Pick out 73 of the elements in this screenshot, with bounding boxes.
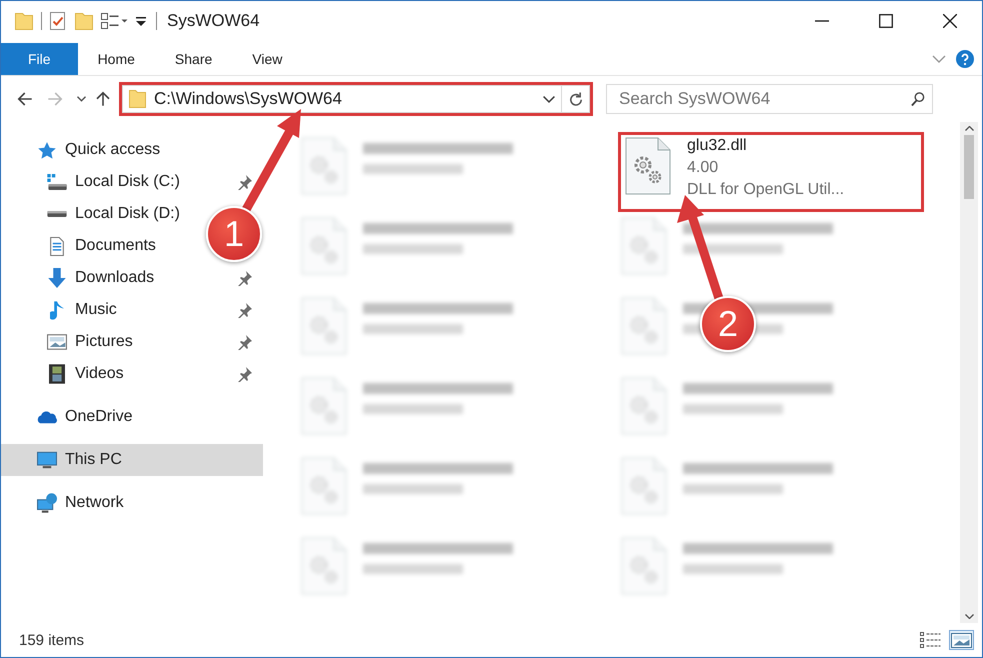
file-version: 4.00	[687, 159, 720, 177]
picture-view-icon	[951, 632, 972, 648]
back-button[interactable]	[17, 92, 33, 106]
dropdown-icon	[136, 16, 146, 26]
caret-icon	[77, 96, 86, 102]
details-view-icon	[920, 632, 941, 648]
folder-icon	[75, 12, 93, 30]
document-icon	[50, 236, 64, 256]
film-icon	[49, 364, 65, 384]
sidebar-item[interactable]: Pictures	[47, 326, 133, 358]
download-icon	[48, 268, 66, 288]
dropdown-caret-icon	[543, 96, 555, 102]
minimize-icon	[815, 20, 829, 22]
back-arrow-icon	[17, 92, 33, 106]
sidebar-item[interactable]: OneDrive	[37, 401, 133, 433]
sidebar-item[interactable]: Music	[47, 294, 117, 326]
details-view-button[interactable]	[918, 630, 943, 650]
properties-icon	[50, 12, 65, 30]
scrollbar[interactable]	[960, 122, 978, 623]
help-button[interactable]	[956, 50, 974, 68]
sidebar-item[interactable]: Downloads	[47, 262, 154, 294]
file-description: DLL for OpenGL Util...	[687, 181, 844, 199]
sidebar-item[interactable]: Local Disk (D:)	[47, 198, 180, 230]
music-note-icon	[50, 300, 64, 320]
monitor-icon	[37, 451, 57, 469]
ribbon-tab[interactable]: Share	[154, 43, 232, 75]
ribbon-tab[interactable]: View	[232, 43, 302, 75]
scrollbar-thumb[interactable]	[964, 135, 974, 199]
star-icon	[38, 142, 56, 158]
drive-icon	[47, 174, 67, 190]
drive-icon	[47, 211, 67, 217]
close-icon	[943, 14, 957, 28]
pin-icon	[237, 366, 252, 382]
recent-locations-button[interactable]	[77, 96, 86, 102]
up-button[interactable]	[96, 91, 110, 107]
maximize-icon	[879, 14, 893, 28]
address-bar[interactable]: C:\Windows\SysWOW64	[122, 85, 562, 113]
folder-icon	[129, 90, 146, 108]
ribbon-tab[interactable]: Home	[78, 43, 155, 75]
sidebar-item[interactable]: Network	[37, 487, 124, 519]
view-options-button[interactable]	[101, 13, 128, 29]
sidebar-item[interactable]: Quick access	[37, 134, 160, 166]
pin-icon	[237, 334, 252, 350]
cloud-icon	[37, 410, 57, 424]
layout-icon	[101, 13, 128, 29]
file-name[interactable]: glu32.dll	[687, 137, 844, 155]
sidebar-item[interactable]: Local Disk (C:)	[47, 166, 180, 198]
ribbon-tab[interactable]: File	[1, 43, 78, 75]
address-path: C:\Windows\SysWOW64	[154, 89, 343, 109]
large-icons-view-button[interactable]	[949, 630, 974, 650]
sidebar-item[interactable]: Documents	[47, 230, 156, 262]
sidebar-item[interactable]: Videos	[47, 358, 124, 390]
customize-toolbar-button[interactable]	[136, 16, 146, 26]
pin-icon	[237, 174, 252, 190]
expand-ribbon-button[interactable]	[932, 55, 946, 63]
refresh-icon	[568, 92, 582, 106]
chevron-icon	[932, 55, 946, 63]
sidebar-item[interactable]: This PC	[1, 444, 263, 476]
item-count: 159 items	[19, 632, 86, 648]
network-icon	[37, 493, 57, 513]
forward-arrow-icon	[47, 92, 63, 106]
folder-icon	[15, 12, 33, 30]
scroll-down-icon	[964, 614, 974, 619]
pin-icon	[237, 302, 252, 318]
window-title: SysWOW64	[167, 11, 260, 31]
pin-icon	[237, 270, 252, 286]
scroll-up-icon	[964, 126, 974, 131]
properties-button[interactable]	[50, 12, 65, 30]
help-icon	[956, 50, 974, 68]
refresh-button[interactable]	[562, 85, 590, 113]
dll-file-icon	[625, 137, 671, 195]
picture-icon	[47, 334, 67, 350]
up-arrow-icon	[96, 91, 110, 107]
